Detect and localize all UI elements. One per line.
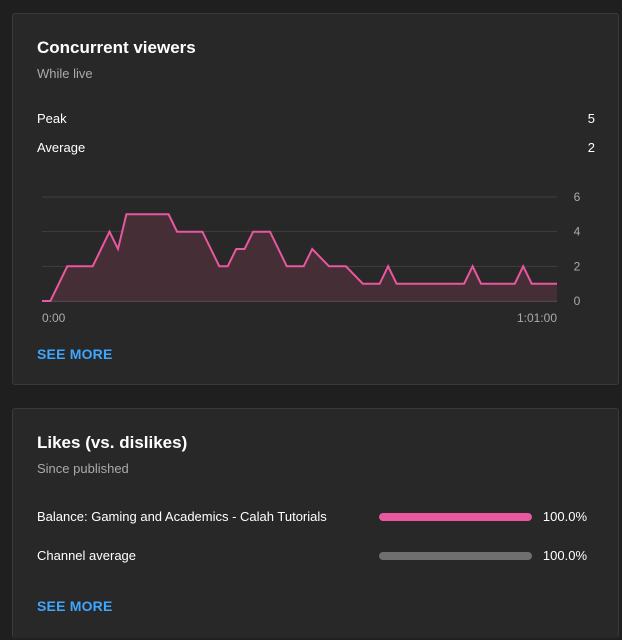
- chart-y-tick-label: 0: [574, 294, 581, 308]
- chart-x-tick-label-start: 0:00: [42, 311, 66, 325]
- stat-value-average: 2: [587, 140, 595, 155]
- chart-y-tick-label: 4: [574, 225, 581, 239]
- likes-row-video-bar-fill: [379, 513, 532, 521]
- chart-x-tick-label-end: 1:01:00: [517, 311, 557, 325]
- likes-row-channel-average: Channel average 100.0%: [37, 548, 587, 566]
- likes-subtitle: Since published: [37, 461, 129, 476]
- likes-row-channel-average-bar: [379, 552, 532, 560]
- likes-row-video: Balance: Gaming and Academics - Calah Tu…: [37, 509, 587, 527]
- chart-y-tick-label: 6: [574, 190, 581, 204]
- chart-area-fill: [42, 214, 557, 301]
- stat-label-average: Average: [37, 140, 86, 155]
- concurrent-viewers-title: Concurrent viewers: [37, 38, 196, 57]
- likes-see-more-link[interactable]: SEE MORE: [37, 598, 113, 614]
- chart-y-tick-label: 2: [574, 259, 581, 273]
- stat-value-peak: 5: [587, 111, 595, 126]
- stat-row-average: Average 2: [37, 140, 595, 155]
- likes-row-video-value: 100.0%: [542, 509, 587, 524]
- concurrent-viewers-subtitle: While live: [37, 66, 93, 81]
- stat-row-peak: Peak 5: [37, 111, 595, 126]
- stat-label-peak: Peak: [37, 111, 67, 126]
- likes-row-video-bar: [379, 513, 532, 521]
- likes-row-channel-average-value: 100.0%: [542, 548, 587, 563]
- concurrent-viewers-chart: 0 2 4 6 0:00 1:01:00: [42, 190, 581, 325]
- likes-title: Likes (vs. dislikes): [37, 433, 188, 452]
- viewers-see-more-link[interactable]: SEE MORE: [37, 346, 113, 362]
- concurrent-viewers-card: Concurrent viewers While live Peak 5 Ave…: [12, 13, 619, 385]
- likes-row-channel-average-label: Channel average: [37, 548, 137, 563]
- likes-card: Likes (vs. dislikes) Since published Bal…: [12, 408, 619, 638]
- analytics-page: Concurrent viewers While live Peak 5 Ave…: [0, 0, 622, 640]
- likes-row-video-label: Balance: Gaming and Academics - Calah Tu…: [37, 509, 327, 524]
- likes-row-channel-average-bar-fill: [379, 552, 532, 560]
